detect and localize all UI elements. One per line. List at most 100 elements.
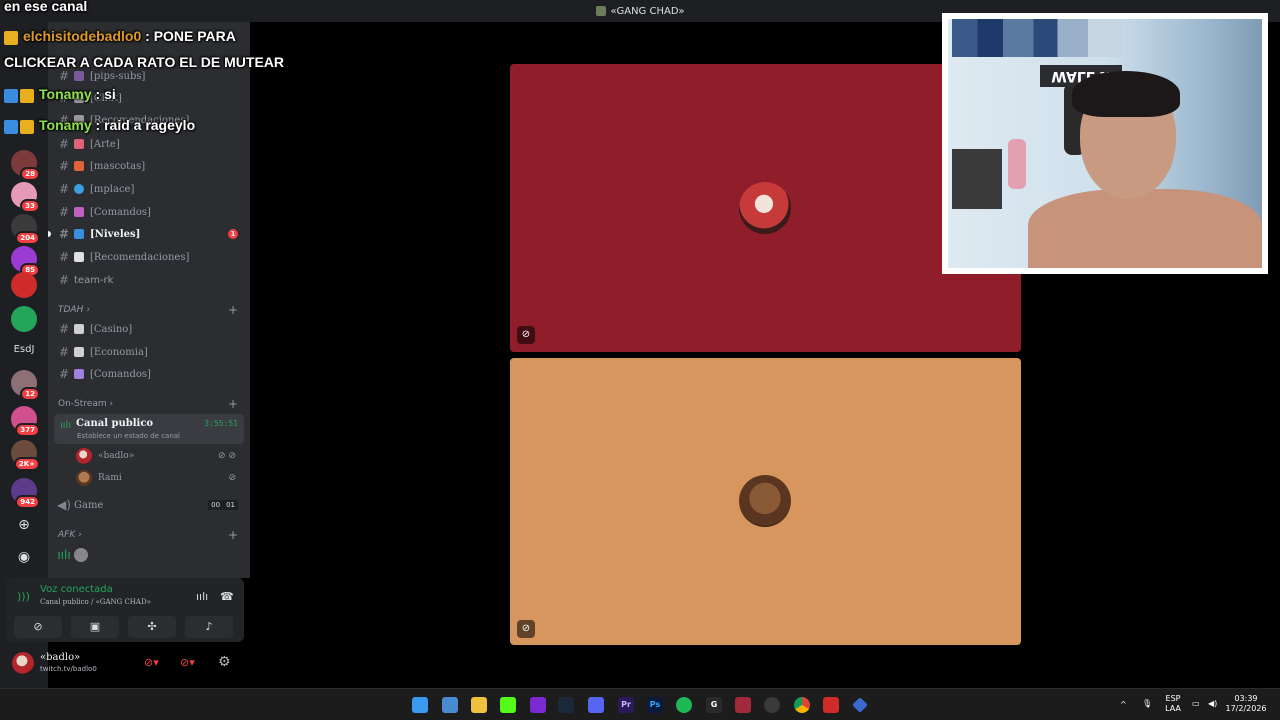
chat-line: Tonamy : raid a rageylo xyxy=(4,117,196,135)
premiere-icon[interactable]: Pr xyxy=(618,697,634,713)
category-tdah[interactable]: TDAH › + xyxy=(58,303,244,317)
game-launcher-icon[interactable] xyxy=(735,697,751,713)
chat-message: : raid a rageylo xyxy=(95,117,196,133)
channel-label: [mascotas] xyxy=(90,160,146,172)
mic-muted-icon: ⊘ xyxy=(517,326,535,344)
voice-channel-timer: 3:55:51 xyxy=(204,419,238,428)
channel-comandos-2[interactable]: # [Comandos] xyxy=(54,364,244,384)
server-badge: 204 xyxy=(15,231,40,245)
crown-icon xyxy=(4,31,18,46)
obs-icon[interactable] xyxy=(764,697,780,713)
discord-icon[interactable] xyxy=(588,697,604,713)
voice-channel-afk[interactable]: ıılı xyxy=(54,545,244,565)
server-icon-1[interactable]: 28 xyxy=(11,150,40,181)
category-label: On-Stream xyxy=(58,399,107,409)
palette-icon xyxy=(74,139,84,149)
add-channel-icon[interactable]: + xyxy=(228,397,238,411)
app-c-icon[interactable] xyxy=(530,697,546,713)
channel-casino[interactable]: # [Casino] xyxy=(54,319,244,339)
language-code: ESP xyxy=(1165,694,1181,703)
add-channel-icon[interactable]: + xyxy=(228,528,238,542)
camera-off-button[interactable]: ⊘ xyxy=(14,616,62,638)
participant-tile-2[interactable]: ⊘ xyxy=(510,358,1021,645)
channel-recomendaciones-2[interactable]: # [Recomendaciones] xyxy=(54,247,244,267)
channel-arte[interactable]: # [Arte] xyxy=(54,134,244,154)
shelf-items xyxy=(952,19,1122,57)
hash-icon: # xyxy=(58,367,70,381)
headphones-deafened-icon[interactable]: ⊘▾ xyxy=(180,656,195,669)
voice-user-rami[interactable]: Rami ⊘ xyxy=(76,469,244,487)
language-indicator[interactable]: ESP LAA xyxy=(1162,694,1184,714)
spotify-icon[interactable] xyxy=(676,697,692,713)
tray-chevron-icon[interactable]: ^ xyxy=(1120,700,1127,710)
category-on-stream[interactable]: On-Stream › + xyxy=(58,397,244,411)
server-icon-6[interactable] xyxy=(11,306,37,332)
microphone-icon[interactable]: 🎙 xyxy=(1142,699,1152,709)
chat-message: en ese canal xyxy=(4,0,88,14)
file-explorer-icon[interactable] xyxy=(471,697,487,713)
notepad-icon[interactable] xyxy=(442,697,458,713)
screen-share-button[interactable]: ▣ xyxy=(71,616,119,638)
mic-muted-icon[interactable]: ⊘▾ xyxy=(144,656,159,669)
gear-icon[interactable]: ⚙ xyxy=(218,654,231,670)
channel-niveles[interactable]: # [Niveles] 1 xyxy=(48,224,244,244)
steam-icon[interactable] xyxy=(558,697,574,713)
user-avatar[interactable] xyxy=(12,652,34,674)
channel-comandos[interactable]: # [Comandos] xyxy=(54,202,244,222)
channel-team-rk[interactable]: # team-rk xyxy=(54,270,244,290)
activities-button[interactable]: ✣ xyxy=(128,616,176,638)
server-icon-10[interactable]: 942 xyxy=(11,478,40,509)
clock[interactable]: 03:39 17/2/2026 xyxy=(1224,694,1268,714)
server-icon-9[interactable]: 2K+ xyxy=(11,440,40,471)
channel-list: # [pips-subs] # [Chat] # [Recomendaciones] … xyxy=(48,22,250,578)
voice-user-badlo[interactable]: «badlo» ⊘ ⊘ xyxy=(76,447,244,465)
speaker-icon: ıılı xyxy=(60,420,72,431)
speaker-icon: ıılı xyxy=(57,548,71,562)
windows-start-icon[interactable] xyxy=(412,697,428,713)
server-label[interactable]: EsdJ xyxy=(6,344,42,355)
server-badge: 12 xyxy=(20,387,40,401)
hash-icon: # xyxy=(58,250,70,264)
channel-economia[interactable]: # [Economia] xyxy=(54,342,244,362)
app-g-icon[interactable]: G xyxy=(706,697,722,713)
server-icon-8[interactable]: 377 xyxy=(11,406,40,437)
category-afk[interactable]: AFK › + xyxy=(58,528,244,542)
video-app-icon[interactable] xyxy=(823,697,839,713)
server-icon-4[interactable]: 85 xyxy=(11,246,40,277)
server-badge: 2K+ xyxy=(13,457,40,471)
list-icon xyxy=(74,369,84,379)
disconnect-icon[interactable]: ☎ xyxy=(220,590,234,603)
hash-icon: # xyxy=(58,159,70,173)
kick-icon[interactable] xyxy=(500,697,516,713)
robot-icon xyxy=(74,207,84,217)
voice-connected-label: Voz conectada xyxy=(40,584,113,595)
volume-icon[interactable]: ◀) xyxy=(1208,699,1217,709)
channel-label: [Arte] xyxy=(90,138,120,150)
server-icon-7[interactable]: 12 xyxy=(11,370,40,401)
signal-icon: ))) xyxy=(17,590,30,603)
crown-icon xyxy=(20,120,34,135)
voice-channel-game[interactable]: ◀) Game 00 01 xyxy=(54,495,244,515)
photoshop-icon[interactable]: Ps xyxy=(647,697,663,713)
channel-label: team-rk xyxy=(74,274,114,286)
app-diamond-icon[interactable] xyxy=(852,697,868,713)
chrome-icon[interactable] xyxy=(794,697,810,713)
person-body xyxy=(1028,189,1262,268)
voice-channel-canal-publico[interactable]: ıılı Canal publico 3:55:51 Establece un … xyxy=(54,414,244,444)
noise-suppression-icon[interactable]: ıılı xyxy=(196,590,208,603)
channel-mplace[interactable]: # [mplace] xyxy=(54,179,244,199)
voice-connected-channel[interactable]: Canal publico / «GANG CHAD» xyxy=(40,598,151,606)
window-title: «GANG CHAD» xyxy=(610,5,685,17)
network-icon[interactable]: ▭ xyxy=(1192,699,1200,709)
discover-icon[interactable]: ◉ xyxy=(15,548,33,566)
server-icon-2[interactable]: 33 xyxy=(11,182,40,213)
participant-avatar xyxy=(739,182,791,234)
server-icon-3[interactable]: 204 xyxy=(11,214,40,245)
channel-mascotas[interactable]: # [mascotas] xyxy=(54,156,244,176)
avatar xyxy=(76,448,92,464)
add-server-icon[interactable]: ⊕ xyxy=(15,516,33,534)
server-icon-5[interactable] xyxy=(11,272,37,298)
soundboard-button[interactable]: ♪ xyxy=(185,616,233,638)
avatar xyxy=(74,548,88,562)
add-channel-icon[interactable]: + xyxy=(228,303,238,317)
